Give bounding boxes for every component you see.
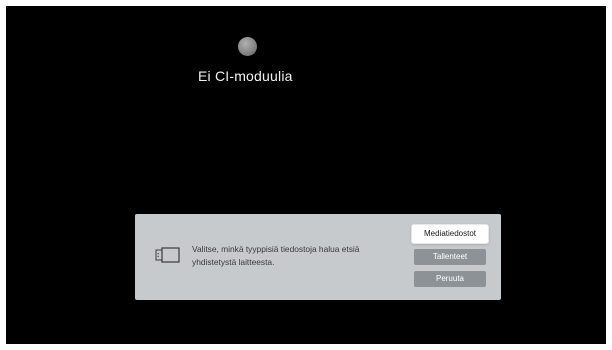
tv-screen: Ei CI-moduulia Valitse, minkä tyyppisiä … [6,6,606,344]
ci-module-status-icon [238,37,257,56]
usb-source-dialog: Valitse, minkä tyyppisiä tiedostoja halu… [135,214,501,300]
recordings-button[interactable]: Tallenteet [414,249,486,265]
usb-device-icon [155,247,180,263]
status-title: Ei CI-moduulia [198,68,293,84]
media-files-button[interactable]: Mediatiedostot [412,225,488,243]
dialog-message: Valitse, minkä tyyppisiä tiedostoja halu… [192,244,360,267]
cancel-button[interactable]: Peruuta [414,271,486,287]
